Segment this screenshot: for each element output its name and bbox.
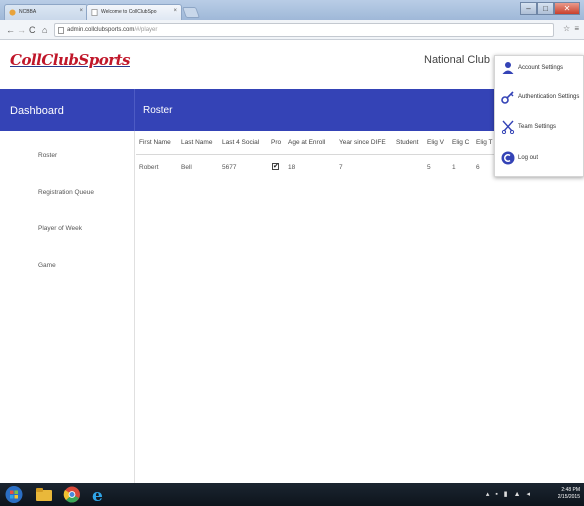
menu-item-label: Team Settings <box>518 124 557 130</box>
system-clock[interactable]: 2:48 PM 2/15/2015 <box>558 487 580 502</box>
cell-elig-v: 5 <box>427 164 431 171</box>
browser-tab-bar: NCBBA × Welcome to CollClubSpo × – □ ✕ <box>0 0 584 20</box>
home-icon[interactable]: ⌂ <box>42 24 47 36</box>
dashboard-title[interactable]: Dashboard <box>10 105 64 117</box>
address-bar[interactable]: admin.collclubsports.com/#/player <box>54 23 554 37</box>
back-arrow-icon[interactable]: ← <box>6 24 15 36</box>
pro-checkbox[interactable]: ✔ <box>272 163 279 170</box>
browser-toolbar: ← → C ⌂ admin.collclubsports.com/#/playe… <box>0 20 584 40</box>
system-tray-icons[interactable]: ▴ ▪ ▮ ▲ ◂ <box>486 490 532 498</box>
forward-arrow-icon[interactable]: → <box>17 24 26 36</box>
tab-label: NCBBA <box>19 9 37 15</box>
browser-tab-ncbba[interactable]: NCBBA × <box>4 4 88 20</box>
menu-item-team-settings[interactable]: Team Settings <box>501 118 584 140</box>
menu-item-account-settings[interactable]: Account Settings <box>501 59 584 81</box>
column-header-last-4-social[interactable]: Last 4 Social <box>222 139 259 146</box>
sidebar-item-player-of-week[interactable]: Player of Week <box>38 225 82 232</box>
column-header-age-at-enroll[interactable]: Age at Enroll <box>288 139 325 146</box>
roster-table: First Name Last Name Last 4 Social Pro A… <box>136 131 584 483</box>
column-header-elig-t[interactable]: Elig T <box>476 139 493 146</box>
bookmark-menu-controls[interactable]: ☆ ≡ <box>563 24 580 33</box>
user-icon <box>502 62 514 74</box>
tab-close-icon[interactable]: × <box>79 8 83 14</box>
menu-item-log-out[interactable]: Log out <box>501 149 584 171</box>
sidebar: Roster Registration Queue Player of Week… <box>0 131 135 483</box>
clock-date: 2/15/2015 <box>557 494 580 500</box>
collclubsports-logo[interactable]: CollClubSports <box>10 51 130 69</box>
sidebar-item-registration-queue[interactable]: Registration Queue <box>38 189 94 196</box>
column-header-elig-c[interactable]: Elig C <box>452 139 469 146</box>
svg-text:e: e <box>92 486 103 504</box>
menu-item-label: Log out <box>518 155 539 161</box>
column-header-elig-v[interactable]: Elig V <box>427 139 444 146</box>
band-divider <box>134 89 135 131</box>
logout-icon <box>501 151 515 165</box>
url-path: /#/player <box>134 27 158 33</box>
menu-item-label: Account Settings <box>518 65 564 71</box>
page-icon <box>58 27 64 34</box>
column-header-first-name[interactable]: First Name <box>139 139 171 146</box>
key-icon <box>501 91 514 104</box>
reload-icon[interactable]: C <box>29 24 36 36</box>
sidebar-item-roster[interactable]: Roster <box>38 152 57 159</box>
internet-explorer-icon[interactable]: e <box>88 485 108 504</box>
browser-tab-collclubsports[interactable]: Welcome to CollClubSpo × <box>86 4 182 20</box>
cell-elig-c: 1 <box>452 164 456 171</box>
tab-label: Welcome to CollClubSpo <box>101 9 157 15</box>
column-header-student[interactable]: Student <box>396 139 418 146</box>
account-dropdown-menu: Account Settings Authentication Settings… <box>494 55 584 177</box>
column-header-last-name[interactable]: Last Name <box>181 139 212 146</box>
file-explorer-icon[interactable] <box>34 485 54 504</box>
tab-favicon-icon <box>9 9 16 16</box>
menu-item-authentication-settings[interactable]: Authentication Settings <box>501 88 584 110</box>
column-header-pro[interactable]: Pro <box>271 139 281 146</box>
cell-last-name: Bell <box>181 164 192 171</box>
tab-close-icon[interactable]: × <box>173 8 177 14</box>
window-controls: – □ ✕ <box>520 2 580 16</box>
url-host: admin.collclubsports.com <box>67 27 135 33</box>
os-taskbar: e ▴ ▪ ▮ ▲ ◂ 2:48 PM 2/15/2015 <box>0 483 584 506</box>
menu-item-label: Authentication Settings <box>518 94 580 100</box>
sidebar-item-game[interactable]: Game <box>38 262 56 269</box>
scissors-icon <box>501 120 515 134</box>
page-title: Roster <box>143 105 173 116</box>
start-button-icon[interactable] <box>4 485 24 504</box>
chrome-icon[interactable] <box>62 485 82 504</box>
cell-year-since-dife: 7 <box>339 164 343 171</box>
minimize-button[interactable]: – <box>520 2 537 15</box>
tab-page-icon <box>91 9 98 16</box>
maximize-button[interactable]: □ <box>537 2 554 15</box>
close-window-button[interactable]: ✕ <box>554 2 580 15</box>
clock-time: 2:48 PM <box>561 487 580 493</box>
cell-first-name: Robert <box>139 164 159 171</box>
new-tab-button[interactable] <box>181 7 201 18</box>
cell-age-at-enroll: 18 <box>288 164 296 171</box>
cell-last-4-social: 5677 <box>222 164 237 171</box>
column-header-year-since-dife[interactable]: Year since DIFE <box>339 139 386 146</box>
cell-elig-t: 6 <box>476 164 480 171</box>
